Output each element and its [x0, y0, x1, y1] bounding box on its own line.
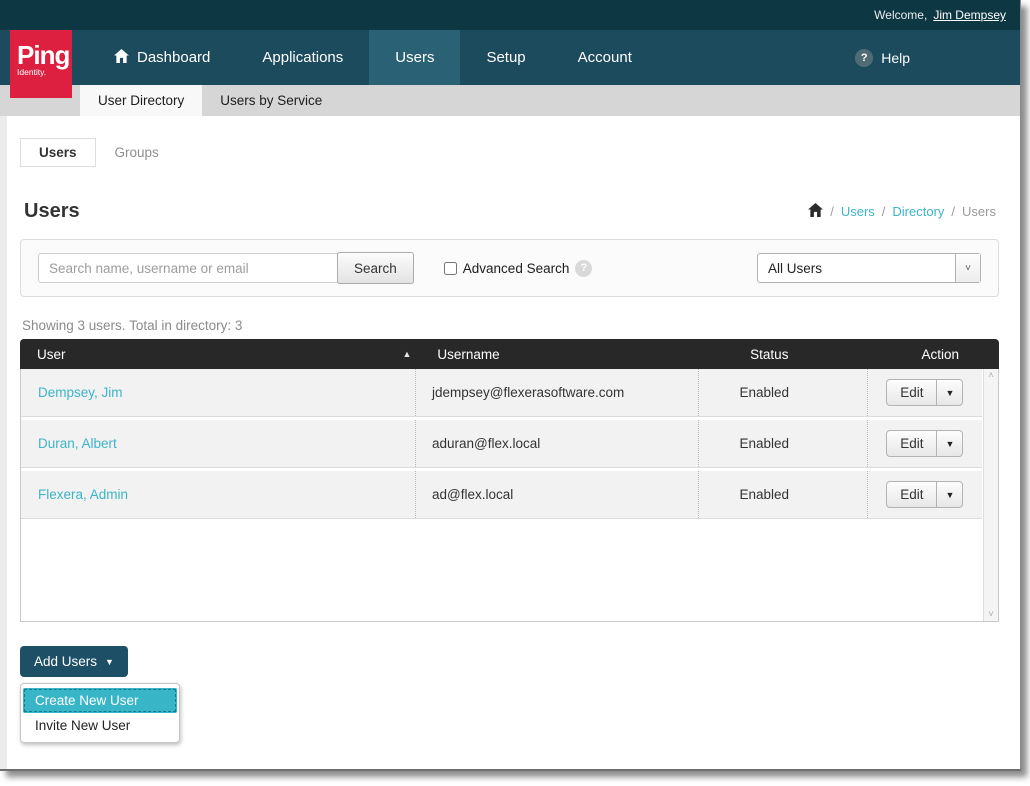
table-header: User ▲ Username Status Action [20, 339, 999, 369]
top-strip: Welcome, Jim Dempsey [0, 0, 1020, 30]
users-table: User ▲ Username Status Action Dempsey, J… [20, 339, 999, 622]
column-header-username[interactable]: Username [421, 347, 710, 362]
tab-users[interactable]: Users [20, 138, 96, 167]
add-users-label: Add Users [34, 654, 97, 669]
breadcrumb-link-directory[interactable]: Directory [892, 204, 944, 219]
app-window: Welcome, Jim Dempsey Ping Identity. Dash… [0, 0, 1021, 771]
nav-dashboard-label: Dashboard [137, 49, 210, 66]
edit-split-button: Edit ▼ [886, 379, 963, 406]
breadcrumb-current: Users [962, 204, 996, 219]
search-button[interactable]: Search [337, 252, 414, 284]
status-value: Enabled [739, 487, 789, 502]
column-header-status[interactable]: Status [710, 347, 881, 362]
edit-split-button: Edit ▼ [886, 481, 963, 508]
breadcrumb-separator: / [830, 204, 834, 219]
scroll-down-icon[interactable]: ˅ [988, 610, 993, 619]
results-summary: Showing 3 users. Total in directory: 3 [22, 318, 999, 333]
caret-down-icon: ▼ [105, 657, 114, 667]
edit-button[interactable]: Edit [886, 481, 937, 508]
page-body: Users Groups Users / Users / Directory /… [7, 116, 1020, 771]
help-icon: ? [855, 49, 873, 67]
logo-text: Ping [17, 44, 72, 66]
table-row: Duran, Albert aduran@flex.local Enabled … [21, 420, 982, 468]
table-body: Dempsey, Jim jdempsey@flexerasoftware.co… [20, 369, 999, 622]
tab-users-label: Users [39, 145, 77, 160]
add-users-button[interactable]: Add Users ▼ [20, 646, 128, 677]
chevron-down-icon: ˅ [955, 254, 980, 282]
column-header-action: Action [881, 347, 999, 362]
tab-user-directory[interactable]: User Directory [80, 85, 202, 116]
help-label: Help [881, 50, 910, 66]
add-users-menu: Create New User Invite New User [20, 683, 180, 743]
nav-applications[interactable]: Applications [236, 30, 369, 85]
edit-button[interactable]: Edit [886, 430, 937, 457]
home-icon [114, 49, 129, 67]
user-name-link[interactable]: Dempsey, Jim [38, 385, 123, 400]
advanced-search-checkbox[interactable] [444, 262, 457, 275]
edit-split-button: Edit ▼ [886, 430, 963, 457]
edit-button[interactable]: Edit [886, 379, 937, 406]
nav-users[interactable]: Users [369, 30, 460, 85]
nav-account-label: Account [578, 49, 632, 66]
nav-applications-label: Applications [262, 49, 343, 66]
breadcrumb-home-icon[interactable] [808, 203, 823, 220]
table-scrollbar[interactable]: ˄ ˅ [983, 369, 998, 621]
table-row: Dempsey, Jim jdempsey@flexerasoftware.co… [21, 369, 982, 417]
title-row: Users / Users / Directory / Users [20, 200, 999, 223]
edit-caret-icon[interactable]: ▼ [937, 481, 963, 508]
search-panel: Search Advanced Search ? All Users ˅ [20, 239, 999, 297]
section-tabs: Users Groups [20, 116, 999, 167]
tab-groups-label: Groups [115, 145, 159, 160]
breadcrumb-link-users[interactable]: Users [841, 204, 875, 219]
tab-users-by-service-label: Users by Service [220, 93, 322, 108]
welcome-label: Welcome, [874, 8, 927, 22]
advanced-search-wrap: Advanced Search ? [444, 260, 593, 277]
username-value: jdempsey@flexerasoftware.com [432, 385, 624, 400]
nav-setup-label: Setup [486, 49, 525, 66]
user-name-link[interactable]: Duran, Albert [38, 436, 117, 451]
user-name-link[interactable]: Flexera, Admin [38, 487, 128, 502]
status-value: Enabled [739, 385, 789, 400]
edit-caret-icon[interactable]: ▼ [937, 379, 963, 406]
tab-user-directory-label: User Directory [98, 93, 184, 108]
username-value: aduran@flex.local [432, 436, 540, 451]
column-header-user[interactable]: User ▲ [20, 347, 421, 362]
nav-users-label: Users [395, 49, 434, 66]
secondary-tab-strip: User Directory Users by Service [0, 85, 1020, 116]
nav-dashboard[interactable]: Dashboard [88, 30, 236, 85]
column-header-user-label: User [37, 347, 66, 362]
current-user-link[interactable]: Jim Dempsey [933, 8, 1006, 22]
tab-users-by-service[interactable]: Users by Service [202, 85, 340, 116]
sort-asc-icon[interactable]: ▲ [402, 349, 421, 359]
search-input[interactable] [38, 253, 338, 283]
page-title: Users [24, 200, 80, 223]
tab-groups[interactable]: Groups [96, 138, 178, 167]
breadcrumb-separator: / [882, 204, 886, 219]
breadcrumb-separator: / [951, 204, 955, 219]
nav-setup[interactable]: Setup [460, 30, 551, 85]
scroll-up-icon[interactable]: ˄ [988, 371, 993, 380]
menu-item-create-new-user[interactable]: Create New User [23, 688, 177, 713]
table-row: Flexera, Admin ad@flex.local Enabled Edi… [21, 471, 982, 519]
nav-account[interactable]: Account [552, 30, 658, 85]
user-filter-select[interactable]: All Users ˅ [757, 253, 981, 283]
status-value: Enabled [739, 436, 789, 451]
main-navbar: Ping Identity. Dashboard Applications Us… [0, 30, 1020, 85]
help-button[interactable]: ? Help [855, 30, 1020, 85]
breadcrumb: / Users / Directory / Users [808, 203, 996, 220]
advanced-search-label: Advanced Search [463, 261, 570, 276]
username-value: ad@flex.local [432, 487, 513, 502]
edit-caret-icon[interactable]: ▼ [937, 430, 963, 457]
menu-item-invite-new-user[interactable]: Invite New User [23, 713, 177, 738]
advanced-search-help-icon[interactable]: ? [575, 260, 592, 277]
ping-identity-logo: Ping Identity. [10, 30, 72, 98]
user-filter-value: All Users [758, 261, 955, 276]
